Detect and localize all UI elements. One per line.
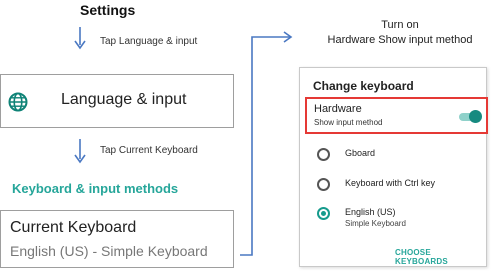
- radio-button-icon[interactable]: [317, 148, 330, 161]
- instruction-turn-on: Turn on Hardware Show input method: [300, 18, 500, 48]
- option-label: English (US): [345, 207, 396, 217]
- current-keyboard-title: Current Keyboard: [10, 219, 137, 236]
- connector-arrow-icon: [240, 31, 293, 256]
- option-keyboard-ctrl-key[interactable]: Keyboard with Ctrl key: [317, 178, 482, 202]
- step-tap-current-keyboard: Tap Current Keyboard: [100, 145, 198, 156]
- option-label: Gboard: [345, 148, 376, 158]
- current-keyboard-value: English (US) - Simple Keyboard: [10, 243, 208, 259]
- hardware-row[interactable]: Hardware Show input method: [305, 97, 488, 134]
- language-input-label: Language & input: [61, 91, 187, 108]
- settings-title: Settings: [80, 2, 136, 18]
- change-keyboard-dialog: Change keyboard Hardware Show input meth…: [299, 67, 488, 267]
- language-input-item[interactable]: Language & input: [0, 74, 234, 128]
- hardware-title: Hardware: [314, 103, 362, 115]
- option-label: Keyboard with Ctrl key: [345, 178, 436, 188]
- toggle-knob: [469, 110, 482, 123]
- globe-icon: [8, 92, 28, 112]
- dialog-title: Change keyboard: [313, 79, 414, 93]
- instruction-line-1: Turn on: [381, 19, 419, 31]
- hardware-subtitle: Show input method: [314, 118, 383, 127]
- section-header-keyboard-input-methods: Keyboard & input methods: [12, 181, 179, 196]
- instruction-line-2: Hardware Show input method: [327, 34, 473, 46]
- radio-button-selected-icon[interactable]: [317, 207, 330, 220]
- option-english-us[interactable]: English (US) Simple Keyboard: [317, 207, 482, 231]
- current-keyboard-item[interactable]: Current Keyboard English (US) - Simple K…: [0, 210, 234, 268]
- choose-keyboards-button[interactable]: CHOOSE KEYBOARDS: [395, 248, 486, 266]
- radio-button-icon[interactable]: [317, 178, 330, 191]
- option-sublabel: Simple Keyboard: [345, 219, 406, 228]
- option-gboard[interactable]: Gboard: [317, 148, 482, 172]
- arrow-down-icon: [74, 27, 86, 50]
- arrow-down-icon: [74, 139, 86, 164]
- hardware-toggle[interactable]: [459, 110, 482, 123]
- step-tap-language-input: Tap Language & input: [100, 36, 198, 47]
